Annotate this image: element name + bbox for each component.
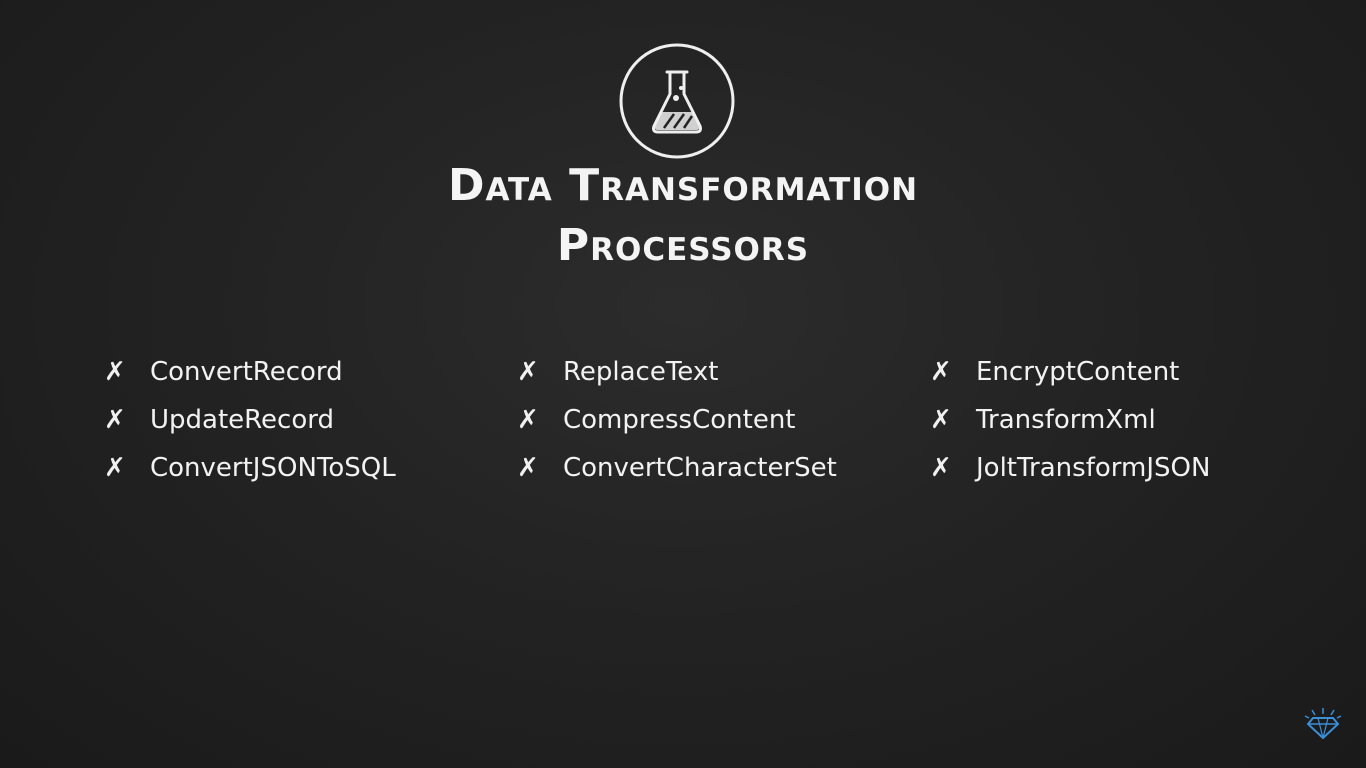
list-item: ✗ ConvertJSONToSQL [104,444,484,492]
list-item: ✗ EncryptContent [930,348,1310,396]
processor-name: EncryptContent [976,357,1180,387]
processor-name: CompressContent [563,405,796,435]
list-item: ✗ ConvertRecord [104,348,484,396]
processor-name: ConvertRecord [150,357,343,387]
x-mark-icon: ✗ [930,357,952,387]
processor-column-3: ✗ EncryptContent ✗ TransformXml ✗ JoltTr… [930,348,1310,492]
x-mark-icon: ✗ [104,405,126,435]
diamond-logo-icon [1304,708,1342,740]
list-item: ✗ TransformXml [930,396,1310,444]
x-mark-icon: ✗ [517,357,539,387]
processor-name: ReplaceText [563,357,719,387]
processor-name: JoltTransformJSON [976,453,1211,483]
x-mark-icon: ✗ [517,405,539,435]
processor-name: UpdateRecord [150,405,334,435]
list-item: ✗ CompressContent [517,396,897,444]
x-mark-icon: ✗ [930,453,952,483]
processor-name: TransformXml [976,405,1156,435]
list-item: ✗ JoltTransformJSON [930,444,1310,492]
processor-name: ConvertCharacterSet [563,453,837,483]
processor-column-2: ✗ ReplaceText ✗ CompressContent ✗ Conver… [517,348,897,492]
title-line-1: Data Transformation [447,160,919,211]
x-mark-icon: ✗ [517,453,539,483]
x-mark-icon: ✗ [930,405,952,435]
flask-icon [619,43,735,159]
processor-column-1: ✗ ConvertRecord ✗ UpdateRecord ✗ Convert… [104,348,484,492]
list-item: ✗ ConvertCharacterSet [517,444,897,492]
x-mark-icon: ✗ [104,453,126,483]
list-item: ✗ ReplaceText [517,348,897,396]
list-item: ✗ UpdateRecord [104,396,484,444]
title-line-2: Processors [556,220,810,271]
slide: Data Transformation Processors ✗ Convert… [0,0,1366,768]
processor-name: ConvertJSONToSQL [150,453,396,483]
x-mark-icon: ✗ [104,357,126,387]
